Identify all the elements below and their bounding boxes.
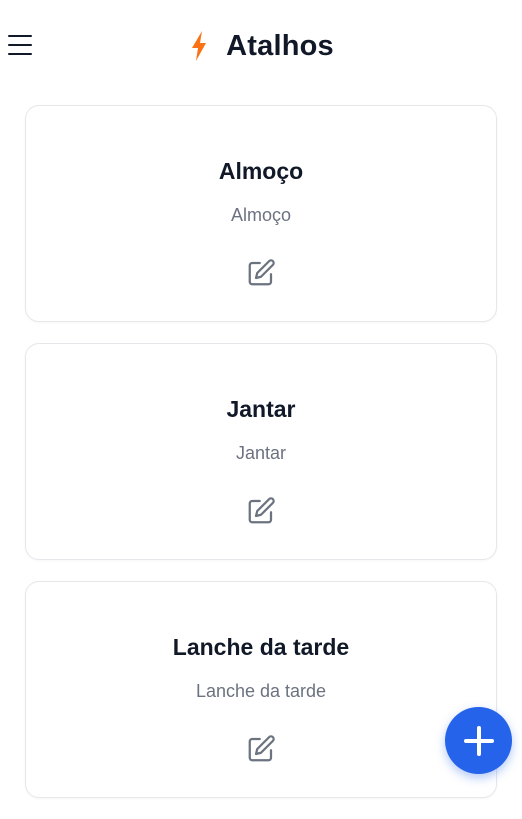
app-header: Atalhos: [0, 0, 522, 92]
edit-button[interactable]: [245, 495, 277, 527]
edit-button[interactable]: [245, 257, 277, 289]
lightning-bolt-icon: [192, 31, 207, 61]
edit-button[interactable]: [245, 733, 277, 765]
edit-icon: [248, 259, 275, 286]
add-shortcut-button[interactable]: [445, 707, 512, 774]
edit-icon: [248, 497, 275, 524]
plus-icon: [463, 725, 494, 756]
page-title-group: Atalhos: [0, 26, 522, 66]
shortcut-card[interactable]: Lanche da tarde Lanche da tarde: [25, 581, 497, 798]
shortcut-list: Almoço Almoço Jantar Jantar Lanche da ta…: [25, 105, 497, 819]
shortcut-subtitle: Lanche da tarde: [195, 681, 327, 701]
shortcut-title: Lanche da tarde: [172, 634, 350, 660]
page-title: Atalhos: [226, 29, 334, 62]
shortcut-title: Almoço: [218, 158, 304, 184]
shortcut-title: Jantar: [226, 396, 296, 422]
shortcut-card[interactable]: Almoço Almoço: [25, 105, 497, 322]
shortcut-card[interactable]: Jantar Jantar: [25, 343, 497, 560]
edit-icon: [248, 735, 275, 762]
shortcut-subtitle: Almoço: [230, 205, 292, 225]
shortcut-subtitle: Jantar: [235, 443, 287, 463]
